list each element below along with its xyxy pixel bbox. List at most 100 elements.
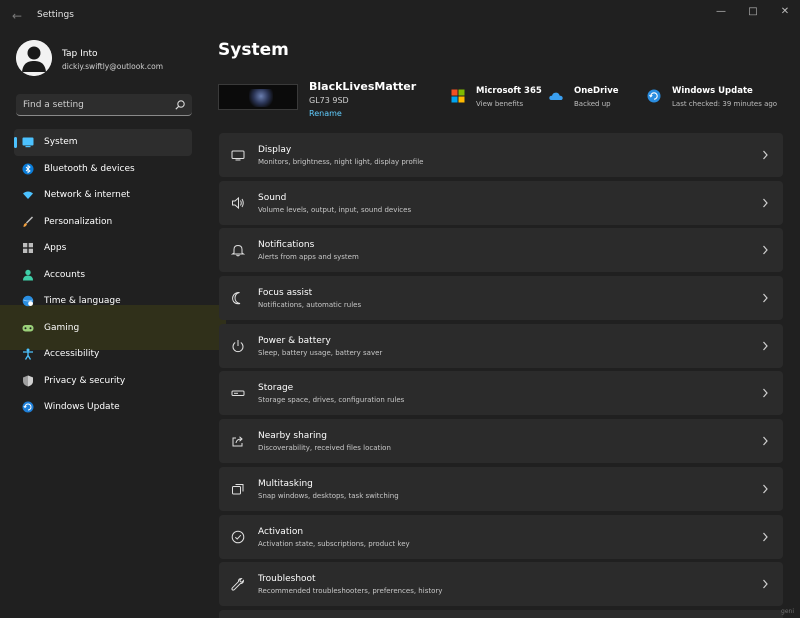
back-arrow-icon[interactable]: ←	[12, 9, 28, 23]
sidebar-item-label: Personalization	[44, 216, 113, 227]
card-title: Storage	[258, 383, 294, 394]
shield-icon	[23, 375, 33, 386]
sidebar-item-label: Accounts	[44, 269, 86, 280]
card-notifications[interactable]: Notifications Alerts from apps and syste…	[219, 228, 783, 273]
maximize-icon[interactable]: □	[738, 4, 768, 20]
moon-icon	[232, 292, 241, 305]
profile-email: dickiy.swiftly@outlook.com	[62, 62, 164, 71]
card-subtitle: Discoverability, received files location	[258, 444, 391, 453]
title-bar: ← Settings — □ ✕	[0, 0, 800, 32]
chevron-right-icon	[763, 436, 768, 446]
quick-link-subtitle: Backed up	[574, 100, 611, 108]
sidebar-item-label: Gaming	[44, 322, 80, 333]
quick-link-title: Windows Update	[672, 86, 753, 96]
sidebar-item-apps[interactable]: Apps	[14, 235, 192, 262]
sidebar-item-system[interactable]: System	[14, 129, 192, 156]
sidebar-item-label: Accessibility	[44, 349, 100, 359]
user-profile[interactable]: Tap Into dickiy.swiftly@outlook.com	[16, 40, 216, 80]
card-title: Nearby sharing	[258, 431, 327, 442]
card-subtitle: Monitors, brightness, night light, displ…	[258, 158, 424, 166]
card-title: Activation	[258, 526, 304, 537]
chevron-right-icon	[763, 245, 768, 255]
quick-link-title: OneDrive	[574, 86, 619, 96]
minimize-icon[interactable]: —	[706, 4, 736, 20]
quick-link-title: Microsoft 365	[476, 86, 542, 96]
page-title: System	[218, 40, 289, 60]
sidebar-item-personalization[interactable]: Personalization	[14, 209, 192, 236]
chevron-right-icon	[763, 579, 768, 589]
watermark-text: geni	[781, 608, 794, 615]
sidebar-item-label: System	[44, 137, 78, 147]
multitasking-icon	[232, 483, 244, 495]
onedrive-cloud-icon	[549, 92, 563, 100]
card-title: Focus assist	[258, 288, 313, 299]
windows-update-icon	[647, 89, 661, 103]
search-input[interactable]	[16, 94, 166, 115]
sidebar-item-windows-update[interactable]: Windows Update	[14, 394, 192, 421]
quick-link-onedrive[interactable]: OneDrive Backed up	[549, 86, 634, 112]
card-focus-assist[interactable]: Focus assist Notifications, automatic ru…	[219, 276, 783, 321]
chevron-right-icon	[763, 484, 768, 494]
window-title: Settings	[37, 10, 74, 20]
sidebar-item-label: Network & internet	[44, 190, 130, 200]
power-icon	[232, 339, 244, 352]
card-title: Power & battery	[258, 335, 331, 346]
quick-link-windows-update[interactable]: Windows Update Last checked: 39 minutes …	[647, 86, 787, 112]
card-display[interactable]: Display Monitors, brightness, night ligh…	[219, 133, 783, 177]
card-subtitle: Storage space, drives, configuration rul…	[258, 396, 405, 405]
card-nearby-sharing[interactable]: Nearby sharing Discoverability, received…	[219, 419, 783, 464]
sidebar-nav: System Bluetooth & devices Network & int…	[14, 129, 194, 421]
card-subtitle: Sleep, battery usage, battery saver	[258, 348, 383, 357]
close-icon[interactable]: ✕	[770, 4, 800, 20]
card-storage[interactable]: Storage Storage space, drives, configura…	[219, 371, 783, 416]
quick-link-subtitle: View benefits	[476, 100, 524, 108]
sidebar-item-label: Apps	[44, 243, 67, 253]
chevron-right-icon	[763, 150, 768, 160]
accessibility-icon	[23, 348, 33, 360]
quick-link-subtitle: Last checked: 39 minutes ago	[672, 100, 778, 108]
chevron-right-icon	[763, 389, 768, 398]
wallpaper-figure	[249, 89, 273, 107]
monitor-icon	[22, 137, 34, 148]
sidebar-item-time-language[interactable]: Time & language	[14, 288, 192, 315]
sidebar-item-network[interactable]: Network & internet	[14, 182, 192, 209]
chevron-right-icon	[763, 293, 768, 303]
storage-icon	[231, 390, 245, 397]
sidebar-item-accessibility[interactable]: Accessibility	[14, 341, 192, 368]
card-sound[interactable]: Sound Volume levels, output, input, soun…	[219, 180, 783, 225]
card-subtitle: Activation state, subscriptions, product…	[258, 539, 410, 548]
avatar	[16, 40, 52, 76]
globe-clock-icon	[22, 295, 34, 307]
search-icon[interactable]	[174, 99, 186, 111]
bluetooth-icon	[22, 163, 34, 174]
sidebar-item-label: Privacy & security	[44, 375, 126, 386]
card-partial	[219, 609, 783, 618]
card-troubleshoot[interactable]: Troubleshoot Recommended troubleshooters…	[219, 562, 783, 607]
search-box[interactable]	[16, 94, 192, 116]
sidebar-item-label: Windows Update	[44, 402, 120, 412]
speaker-icon	[232, 196, 244, 209]
rename-link[interactable]: Rename	[309, 109, 342, 118]
profile-name: Tap Into	[62, 49, 98, 59]
quick-link-microsoft-365[interactable]: Microsoft 365 View benefits	[451, 86, 546, 112]
person-icon	[23, 269, 33, 280]
sidebar-item-privacy-security[interactable]: Privacy & security	[14, 368, 192, 395]
card-multitasking[interactable]: Multitasking Snap windows, desktops, tas…	[219, 466, 783, 511]
display-icon	[231, 150, 245, 161]
card-power-battery[interactable]: Power & battery Sleep, battery usage, ba…	[219, 323, 783, 368]
sidebar-item-bluetooth[interactable]: Bluetooth & devices	[14, 156, 192, 183]
sidebar-item-accounts[interactable]: Accounts	[14, 262, 192, 289]
sidebar-item-label: Bluetooth & devices	[44, 163, 135, 174]
card-title: Display	[258, 145, 292, 155]
microsoft-logo-icon	[451, 89, 465, 103]
sidebar-item-gaming[interactable]: Gaming	[14, 315, 192, 342]
card-subtitle: Recommended troubleshooters, preferences…	[258, 587, 443, 596]
apps-icon	[23, 243, 33, 253]
wifi-icon	[23, 191, 33, 199]
chevron-right-icon	[763, 341, 768, 351]
wrench-icon	[231, 578, 245, 591]
bell-icon	[231, 245, 245, 257]
card-activation[interactable]: Activation Activation state, subscriptio…	[219, 514, 783, 559]
card-subtitle: Volume levels, output, input, sound devi…	[258, 205, 412, 214]
settings-list: Display Monitors, brightness, night ligh…	[219, 133, 783, 618]
